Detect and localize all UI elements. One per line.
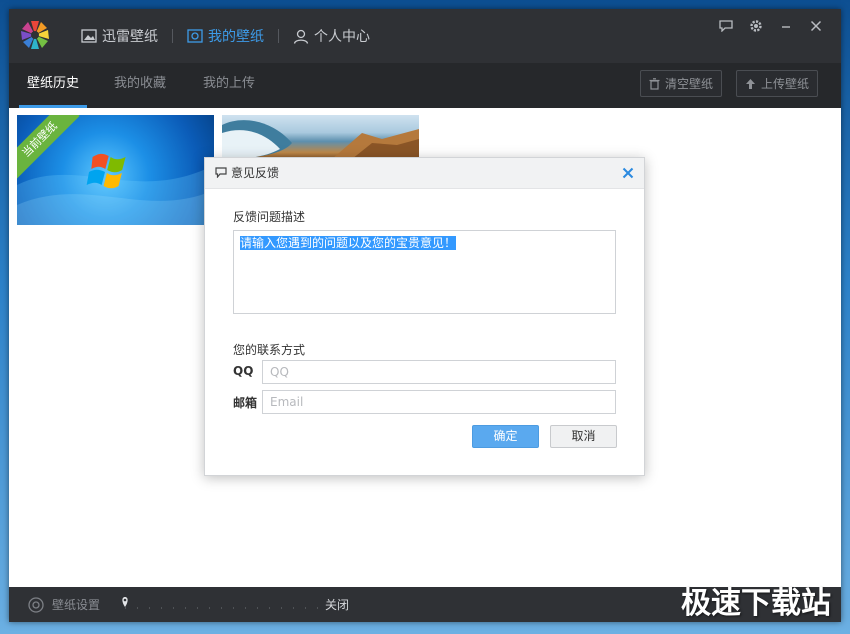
wallpaper-thumbnail[interactable] [222,115,419,159]
close-icon [810,20,822,32]
feedback-icon [215,167,227,178]
feedback-text: 请输入您遇到的问题以及您的宝贵意见！ [240,236,457,250]
minimize-icon [782,26,790,28]
gear-icon [28,596,44,613]
settings-button[interactable] [741,17,771,35]
clear-wallpapers-button[interactable]: 清空壁纸 [640,70,723,97]
feedback-icon [719,20,733,32]
nav-divider [172,29,173,43]
window-controls [711,17,831,35]
app-logo-icon [21,21,49,49]
tab-history[interactable]: 壁纸历史 [18,63,88,108]
close-button[interactable] [801,17,831,35]
dialog-title: 意见反馈 [231,166,280,180]
nav-divider [278,29,279,43]
title-bar: 迅雷壁纸 我的壁纸 个人中心 [9,9,841,63]
gear-icon [750,20,762,32]
close-icon[interactable] [620,165,636,181]
feedback-textarea[interactable]: 请输入您遇到的问题以及您的宝贵意见！ [233,230,616,314]
upload-arrow-icon [746,78,755,89]
upload-wallpaper-button[interactable]: 上传壁纸 [736,70,819,97]
wallpaper-settings-button[interactable]: 壁纸设置 [27,587,100,622]
tab-favorites[interactable]: 我的收藏 [114,63,166,108]
bottom-bar: 壁纸设置 关闭 极速下载站 [9,586,841,622]
trash-icon [649,77,660,90]
top-nav: 迅雷壁纸 我的壁纸 个人中心 [81,9,370,63]
tab-uploads[interactable]: 我的上传 [203,63,255,108]
slider-state-label: 关闭 [325,598,350,612]
image-icon [81,29,97,43]
minimize-button[interactable] [771,17,801,35]
email-input[interactable]: Email [262,390,616,414]
cancel-button[interactable]: 取消 [550,425,617,448]
qq-label: QQ [233,364,254,378]
feedback-dialog: 意见反馈 反馈问题描述 请输入您遇到的问题以及您的宝贵意见！ 您的联系方式 QQ… [204,157,645,476]
nav-item-label: 我的壁纸 [208,29,264,45]
description-label: 反馈问题描述 [233,210,306,224]
nav-item-wallpapers[interactable]: 迅雷壁纸 [81,26,158,46]
nav-item-label: 迅雷壁纸 [102,29,158,45]
contact-label: 您的联系方式 [233,343,306,357]
wallpaper-thumbnail-current[interactable]: 当前壁纸 [17,115,214,225]
watermark-text: 极速下载站 [681,586,831,621]
app-window: 迅雷壁纸 我的壁纸 个人中心 壁纸历史 我的收藏 我的上传 清空壁纸 上传壁纸 … [9,9,841,622]
auto-switch-slider[interactable] [121,595,321,615]
email-label: 邮箱 [233,396,258,410]
qq-input[interactable]: QQ [262,360,616,384]
landscape-thumbnail-image [222,120,419,159]
wallpaper-settings-label: 壁纸设置 [52,598,101,612]
user-icon [293,29,309,44]
nav-item-label: 个人中心 [314,29,370,45]
my-wallpaper-icon [187,29,203,43]
sub-toolbar: 壁纸历史 我的收藏 我的上传 清空壁纸 上传壁纸 [9,63,841,108]
upload-wallpaper-label: 上传壁纸 [761,77,810,91]
confirm-button[interactable]: 确定 [472,425,539,448]
dialog-header: 意见反馈 [205,158,644,189]
feedback-button[interactable] [711,17,741,35]
nav-item-my-wallpapers[interactable]: 我的壁纸 [187,26,264,46]
clear-wallpapers-label: 清空壁纸 [665,77,714,91]
nav-item-profile[interactable]: 个人中心 [293,26,370,46]
